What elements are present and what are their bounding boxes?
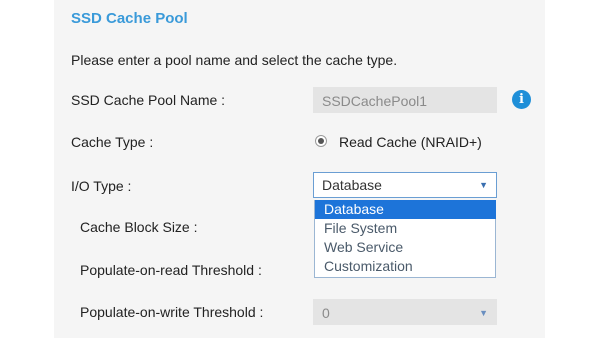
io-type-label: I/O Type : [71, 178, 132, 194]
chevron-down-icon: ▼ [479, 180, 488, 190]
populate-write-label: Populate-on-write Threshold : [80, 304, 264, 320]
populate-write-value: 0 [322, 305, 330, 321]
chevron-down-icon: ▼ [479, 308, 488, 318]
ssd-cache-pool-panel [54, 0, 545, 338]
io-type-dropdown-list: Database File System Web Service Customi… [314, 200, 496, 278]
io-type-select[interactable]: Database ▼ [313, 172, 497, 198]
io-type-option-database[interactable]: Database [315, 200, 496, 219]
pool-name-field: SSDCachePool1 [313, 87, 497, 113]
io-type-option-web-service[interactable]: Web Service [315, 238, 496, 257]
populate-write-select: 0 ▼ [313, 299, 497, 325]
io-type-option-file-system[interactable]: File System [315, 219, 496, 238]
read-cache-label[interactable]: Read Cache (NRAID+) [339, 134, 482, 150]
pool-name-label: SSD Cache Pool Name : [71, 92, 226, 108]
populate-read-label: Populate-on-read Threshold : [80, 262, 262, 278]
read-cache-radio[interactable] [315, 135, 327, 147]
section-title: SSD Cache Pool [71, 10, 188, 27]
io-type-selected-value: Database [322, 177, 382, 193]
instruction-text: Please enter a pool name and select the … [71, 52, 398, 68]
io-type-option-customization[interactable]: Customization [315, 257, 496, 276]
info-icon[interactable]: i [512, 90, 531, 109]
pool-name-value: SSDCachePool1 [322, 93, 428, 109]
cache-type-label: Cache Type : [71, 134, 154, 150]
cache-block-size-label: Cache Block Size : [80, 219, 198, 235]
